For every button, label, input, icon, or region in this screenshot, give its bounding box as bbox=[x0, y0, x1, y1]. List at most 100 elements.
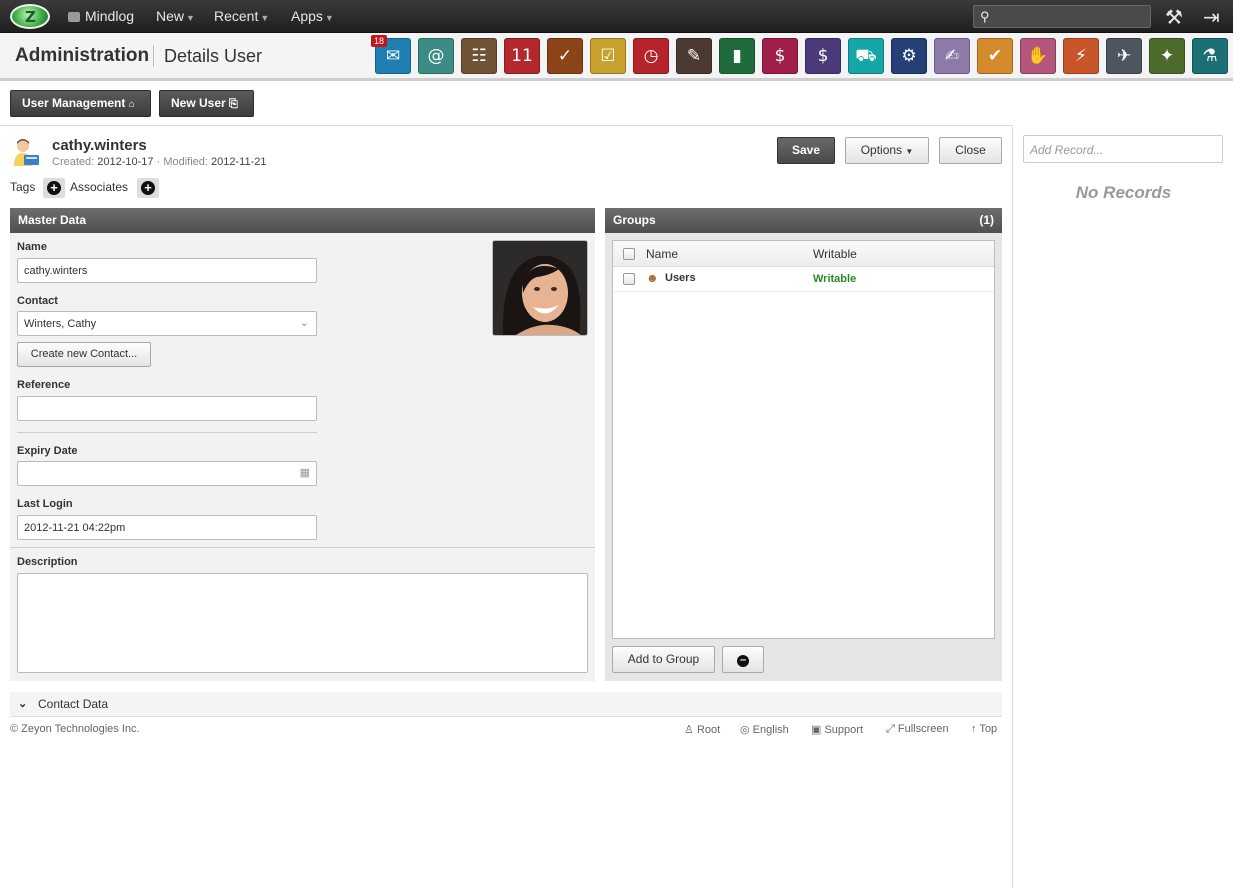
add-tag-button[interactable]: + bbox=[43, 178, 65, 198]
save-button[interactable]: Save bbox=[777, 137, 835, 164]
tags-label: Tags bbox=[10, 180, 36, 194]
truck-glyph: ⛟ bbox=[855, 46, 877, 66]
plus-icon: + bbox=[141, 181, 155, 195]
root-label: Root bbox=[696, 724, 721, 736]
contact-label: Contact bbox=[17, 295, 58, 307]
options-button[interactable]: Options ▼ bbox=[845, 137, 929, 164]
row-checkbox[interactable] bbox=[623, 273, 635, 285]
flask-icon[interactable]: ⚗ bbox=[1192, 38, 1228, 74]
modified-label: · Modified: bbox=[156, 156, 208, 168]
plus-icon: + bbox=[47, 181, 61, 195]
footer-support-link[interactable]: ▣ Support bbox=[811, 723, 863, 736]
name-label: Name bbox=[17, 241, 47, 253]
support-label: Support bbox=[824, 724, 863, 736]
nav-recent[interactable]: Recent ▼ bbox=[214, 8, 269, 24]
table-row[interactable]: ☻ Users Writable bbox=[613, 267, 994, 292]
calendar-icon[interactable]: 11 bbox=[504, 38, 540, 74]
zeyon-logo[interactable] bbox=[10, 4, 50, 29]
select-all-checkbox[interactable] bbox=[623, 248, 635, 260]
master-data-panel: Master Data Name cathy.winters Contact W… bbox=[10, 208, 595, 681]
column-name[interactable]: Name bbox=[646, 247, 678, 261]
nav-apps[interactable]: Apps ▼ bbox=[291, 8, 334, 24]
group-writable[interactable]: Writable bbox=[813, 273, 856, 285]
handshake-icon[interactable]: ✋ bbox=[1020, 38, 1056, 74]
close-button[interactable]: Close bbox=[939, 137, 1002, 164]
tools-icon[interactable]: ⚒ bbox=[1165, 5, 1183, 29]
search-icon: ⚲ bbox=[980, 9, 990, 24]
records-sidebar: Add Record... No Records bbox=[1012, 125, 1233, 888]
footer-root-link[interactable]: ♙ Root bbox=[684, 723, 720, 736]
nav-new[interactable]: New ▼ bbox=[156, 8, 195, 24]
last-login-input[interactable]: 2012-11-21 04:22pm bbox=[17, 515, 317, 540]
price-tag-glyph: ✦ bbox=[1159, 46, 1175, 66]
new-document-icon: ⎘ bbox=[229, 98, 238, 110]
new-user-button[interactable]: New User ⎘ bbox=[159, 90, 254, 117]
nav-mindlog-label: Mindlog bbox=[85, 8, 135, 24]
flask-glyph: ⚗ bbox=[1202, 46, 1218, 66]
new-user-label: New User bbox=[171, 96, 226, 110]
dollar-icon[interactable]: $ bbox=[805, 38, 841, 74]
search-input[interactable]: ⚲ bbox=[973, 5, 1151, 28]
groups-table-header: Name Writable bbox=[613, 241, 994, 267]
chevron-down-icon: ⌄ bbox=[18, 698, 28, 710]
user-photo[interactable] bbox=[492, 240, 588, 336]
antenna-icon[interactable]: ⚡ bbox=[1063, 38, 1099, 74]
add-to-group-button[interactable]: Add to Group bbox=[612, 646, 715, 673]
mail-icon[interactable]: ✉ 18 bbox=[371, 35, 411, 74]
record-meta: Created: 2012-10-17 · Modified: 2012-11-… bbox=[52, 156, 266, 168]
truck-icon[interactable]: ⛟ bbox=[848, 38, 884, 74]
no-records-text: No Records bbox=[1075, 183, 1172, 202]
reference-input[interactable] bbox=[17, 396, 317, 421]
user-management-label: User Management bbox=[22, 96, 126, 110]
groups-count: (1) bbox=[979, 213, 994, 227]
footer-fullscreen-link[interactable]: ⤢ Fullscreen bbox=[886, 723, 949, 736]
groups-panel: Groups (1) Name Writable ☻ Users Writable… bbox=[605, 208, 1002, 681]
user-management-button[interactable]: User Management ⌂ bbox=[10, 90, 151, 117]
groups-title: Groups (1) bbox=[605, 208, 1002, 233]
globe-icon: ◎ bbox=[740, 724, 750, 736]
add-associate-button[interactable]: + bbox=[137, 178, 159, 198]
contact-select[interactable]: Winters, Cathy ⌄ bbox=[17, 311, 317, 336]
calendar-icon[interactable]: ▦ bbox=[300, 466, 310, 479]
description-textarea[interactable] bbox=[17, 573, 588, 673]
expiry-date-input[interactable]: ▦ bbox=[17, 461, 317, 486]
tasks-folder-icon[interactable]: ✓ bbox=[547, 38, 583, 74]
support-icon[interactable]: ⚙ bbox=[891, 38, 927, 74]
remove-group-button[interactable]: – bbox=[722, 646, 764, 673]
price-tag-icon[interactable]: ✦ bbox=[1149, 38, 1185, 74]
address-book-glyph: @ bbox=[427, 46, 445, 66]
checklist-glyph: ☑ bbox=[600, 46, 616, 66]
toolbar-divider bbox=[0, 125, 1012, 126]
person-icon: ♙ bbox=[684, 724, 694, 736]
document-check-icon[interactable]: ✔ bbox=[977, 38, 1013, 74]
mail-glyph: ✉ bbox=[385, 46, 401, 66]
logout-icon[interactable]: ⇥ bbox=[1203, 5, 1220, 29]
page-header: Administration Details User ✉ 18 @ ☷ 11 ✓ ☑ ◷ ✎ ▮… bbox=[0, 33, 1233, 81]
nav-mindlog[interactable]: Mindlog bbox=[68, 8, 134, 24]
notes-icon[interactable]: ✎ bbox=[676, 38, 712, 74]
cart-icon[interactable]: ✈ bbox=[1106, 38, 1142, 74]
contacts-icon[interactable]: ☷ bbox=[461, 38, 497, 74]
cashier-icon[interactable]: $ bbox=[762, 38, 798, 74]
field-divider bbox=[17, 432, 317, 433]
stopwatch-icon[interactable]: ◷ bbox=[633, 38, 669, 74]
created-label: Created: bbox=[52, 156, 95, 168]
name-input[interactable]: cathy.winters bbox=[17, 258, 317, 283]
address-book-icon[interactable]: @ bbox=[418, 38, 454, 74]
top-label: Top bbox=[979, 723, 998, 735]
footer-language-link[interactable]: ◎ English bbox=[740, 723, 789, 736]
footer-copyright: © Zeyon Technologies Inc. bbox=[10, 723, 140, 735]
expiry-date-label: Expiry Date bbox=[17, 445, 78, 457]
column-writable[interactable]: Writable bbox=[813, 247, 857, 261]
add-record-input[interactable]: Add Record... bbox=[1023, 135, 1223, 163]
portrait-image bbox=[493, 241, 587, 335]
home-icon: ⌂ bbox=[128, 99, 135, 110]
document-check-glyph: ✔ bbox=[987, 46, 1003, 66]
contact-data-section[interactable]: ⌄ Contact Data bbox=[10, 692, 1002, 717]
footer-top-link[interactable]: ↑ Top bbox=[971, 723, 997, 735]
bookmark-icon[interactable]: ▮ bbox=[719, 38, 755, 74]
create-contact-button[interactable]: Create new Contact... bbox=[17, 342, 151, 367]
checklist-icon[interactable]: ☑ bbox=[590, 38, 626, 74]
english-label: English bbox=[752, 724, 789, 736]
document-person-icon[interactable]: ✍ bbox=[934, 38, 970, 74]
